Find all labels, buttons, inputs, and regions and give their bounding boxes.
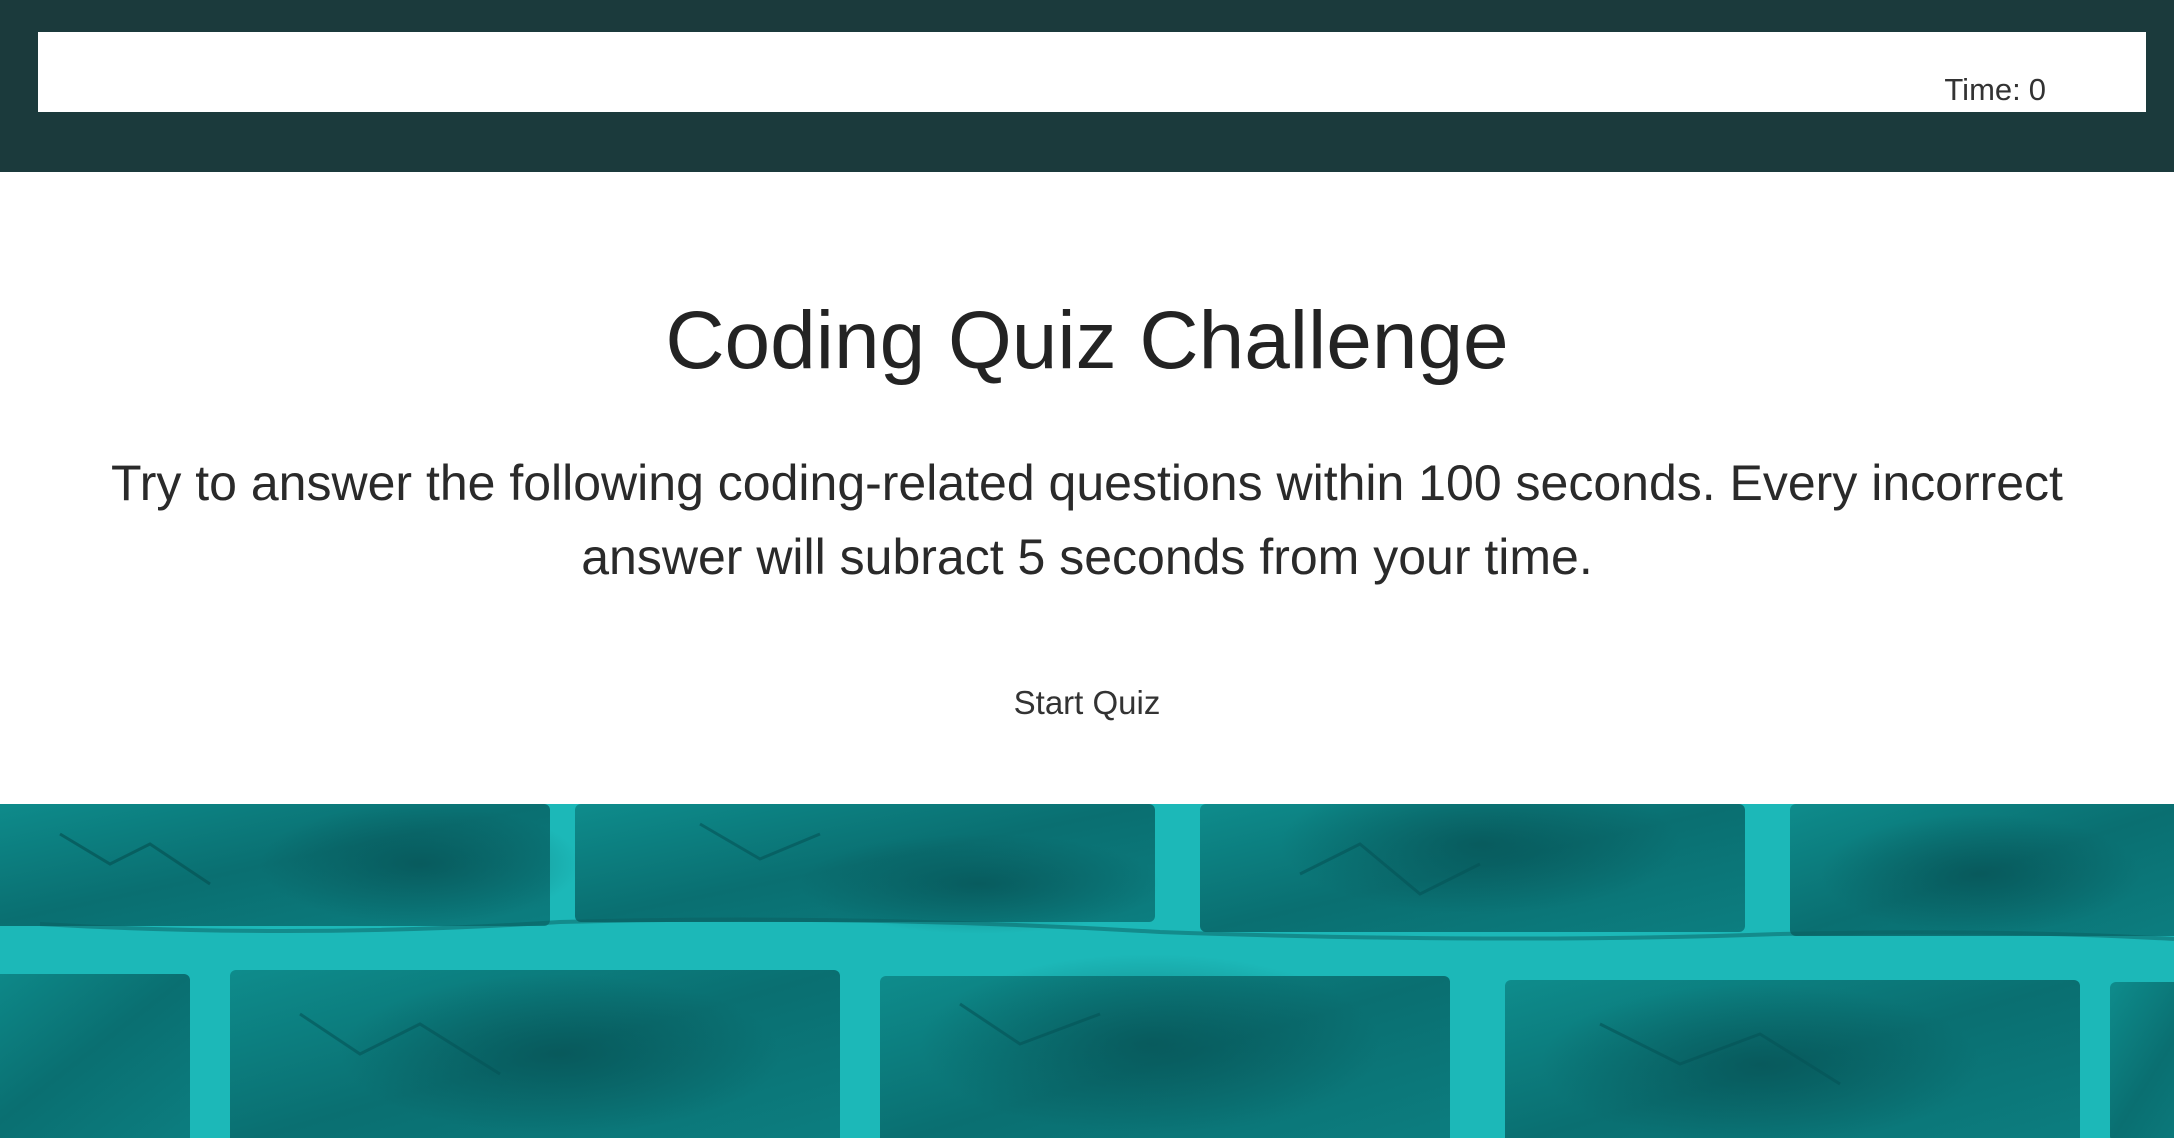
start-quiz-button[interactable]: Start Quiz: [1006, 680, 1169, 726]
quiz-description: Try to answer the following coding-relat…: [111, 455, 2063, 585]
timer: Time: 0: [1944, 74, 2046, 105]
header-bar: Time: 0: [38, 32, 2146, 112]
page-title: Coding Quiz Challenge: [665, 295, 1509, 386]
brick-wall-texture-icon: [0, 804, 2174, 1138]
timer-value: 0: [2028, 72, 2046, 107]
timer-label: Time:: [1944, 72, 2021, 107]
intro-section: Coding Quiz Challenge Try to answer the …: [0, 172, 2174, 804]
site-header: Time: 0: [0, 0, 2174, 172]
brick-wall-background: [0, 804, 2174, 1138]
